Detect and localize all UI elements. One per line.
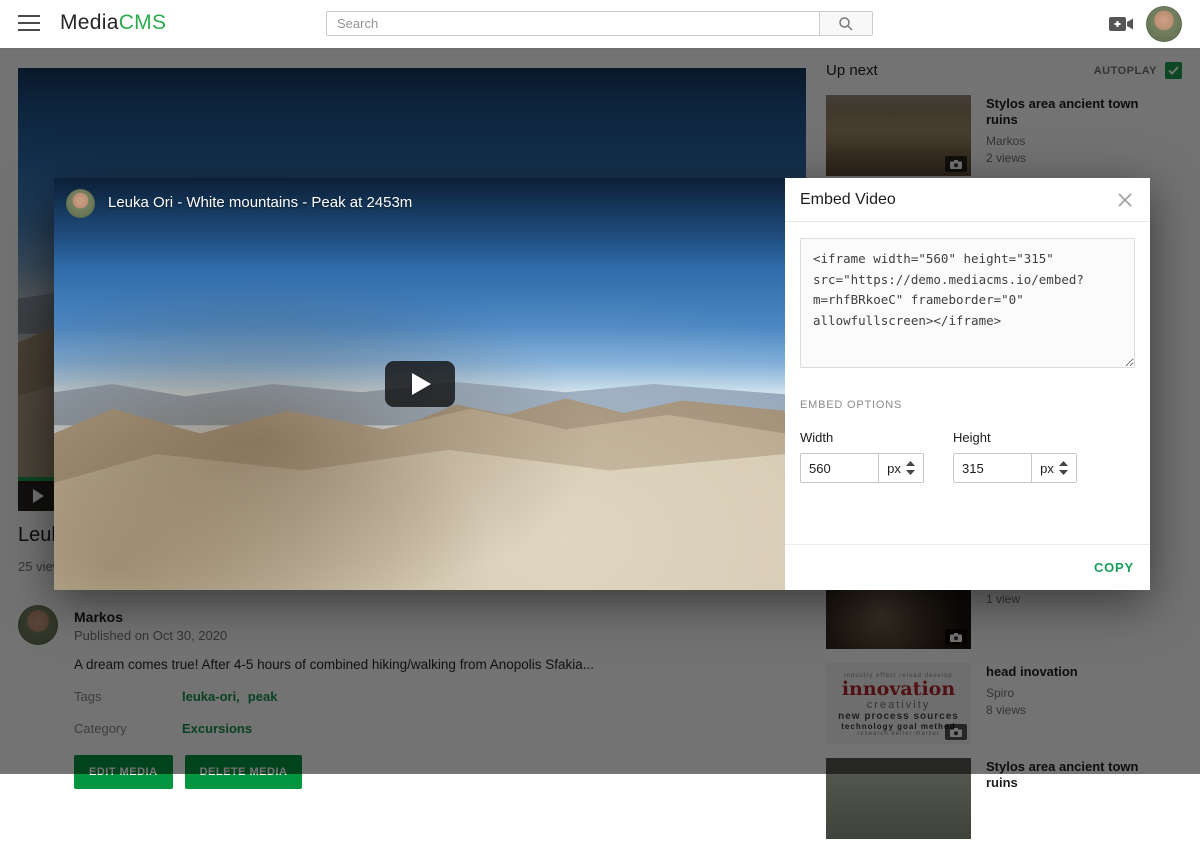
search-bar (326, 11, 873, 36)
play-icon (412, 373, 431, 395)
top-app-bar: MediaCMS (0, 0, 1200, 48)
preview-title-bar: Leuka Ori - White mountains - Peak at 24… (54, 178, 785, 268)
search-button[interactable] (820, 11, 873, 36)
preview-video-title[interactable]: Leuka Ori - White mountains - Peak at 24… (108, 194, 412, 211)
preview-play-button[interactable] (385, 361, 455, 407)
width-label: Width (800, 430, 924, 445)
close-icon (1117, 192, 1133, 208)
height-label: Height (953, 430, 1077, 445)
width-field: Width px (800, 430, 924, 483)
modal-title: Embed Video (800, 191, 896, 209)
logo-media-text: Media (60, 11, 119, 34)
user-avatar[interactable] (1146, 6, 1182, 42)
app-logo[interactable]: MediaCMS (60, 11, 166, 35)
embed-code-textarea[interactable]: <iframe width="560" height="315" src="ht… (800, 238, 1135, 368)
menu-icon[interactable] (18, 15, 40, 31)
search-input[interactable] (326, 11, 820, 36)
logo-cms-text: CMS (119, 11, 167, 34)
copy-button[interactable]: COPY (1094, 560, 1134, 575)
close-modal-button[interactable] (1115, 190, 1135, 210)
search-icon (838, 16, 854, 32)
width-unit-select[interactable]: px (878, 454, 923, 482)
embed-options-heading: EMBED OPTIONS (800, 399, 1135, 411)
embed-video-modal: Leuka Ori - White mountains - Peak at 24… (54, 178, 1150, 590)
upload-media-button[interactable] (1108, 14, 1134, 39)
height-field: Height px (953, 430, 1077, 483)
spinner-arrows-icon (906, 461, 915, 475)
video-camera-plus-icon (1108, 14, 1134, 34)
height-unit-select[interactable]: px (1031, 454, 1076, 482)
spinner-arrows-icon (1059, 461, 1068, 475)
embed-preview-player[interactable]: Leuka Ori - White mountains - Peak at 24… (54, 178, 785, 590)
width-unit-value: px (887, 461, 901, 476)
embed-options-panel: Embed Video <iframe width="560" height="… (785, 178, 1150, 590)
height-unit-value: px (1040, 461, 1054, 476)
width-input[interactable] (801, 454, 878, 482)
height-input[interactable] (954, 454, 1031, 482)
preview-author-avatar[interactable] (66, 189, 95, 218)
